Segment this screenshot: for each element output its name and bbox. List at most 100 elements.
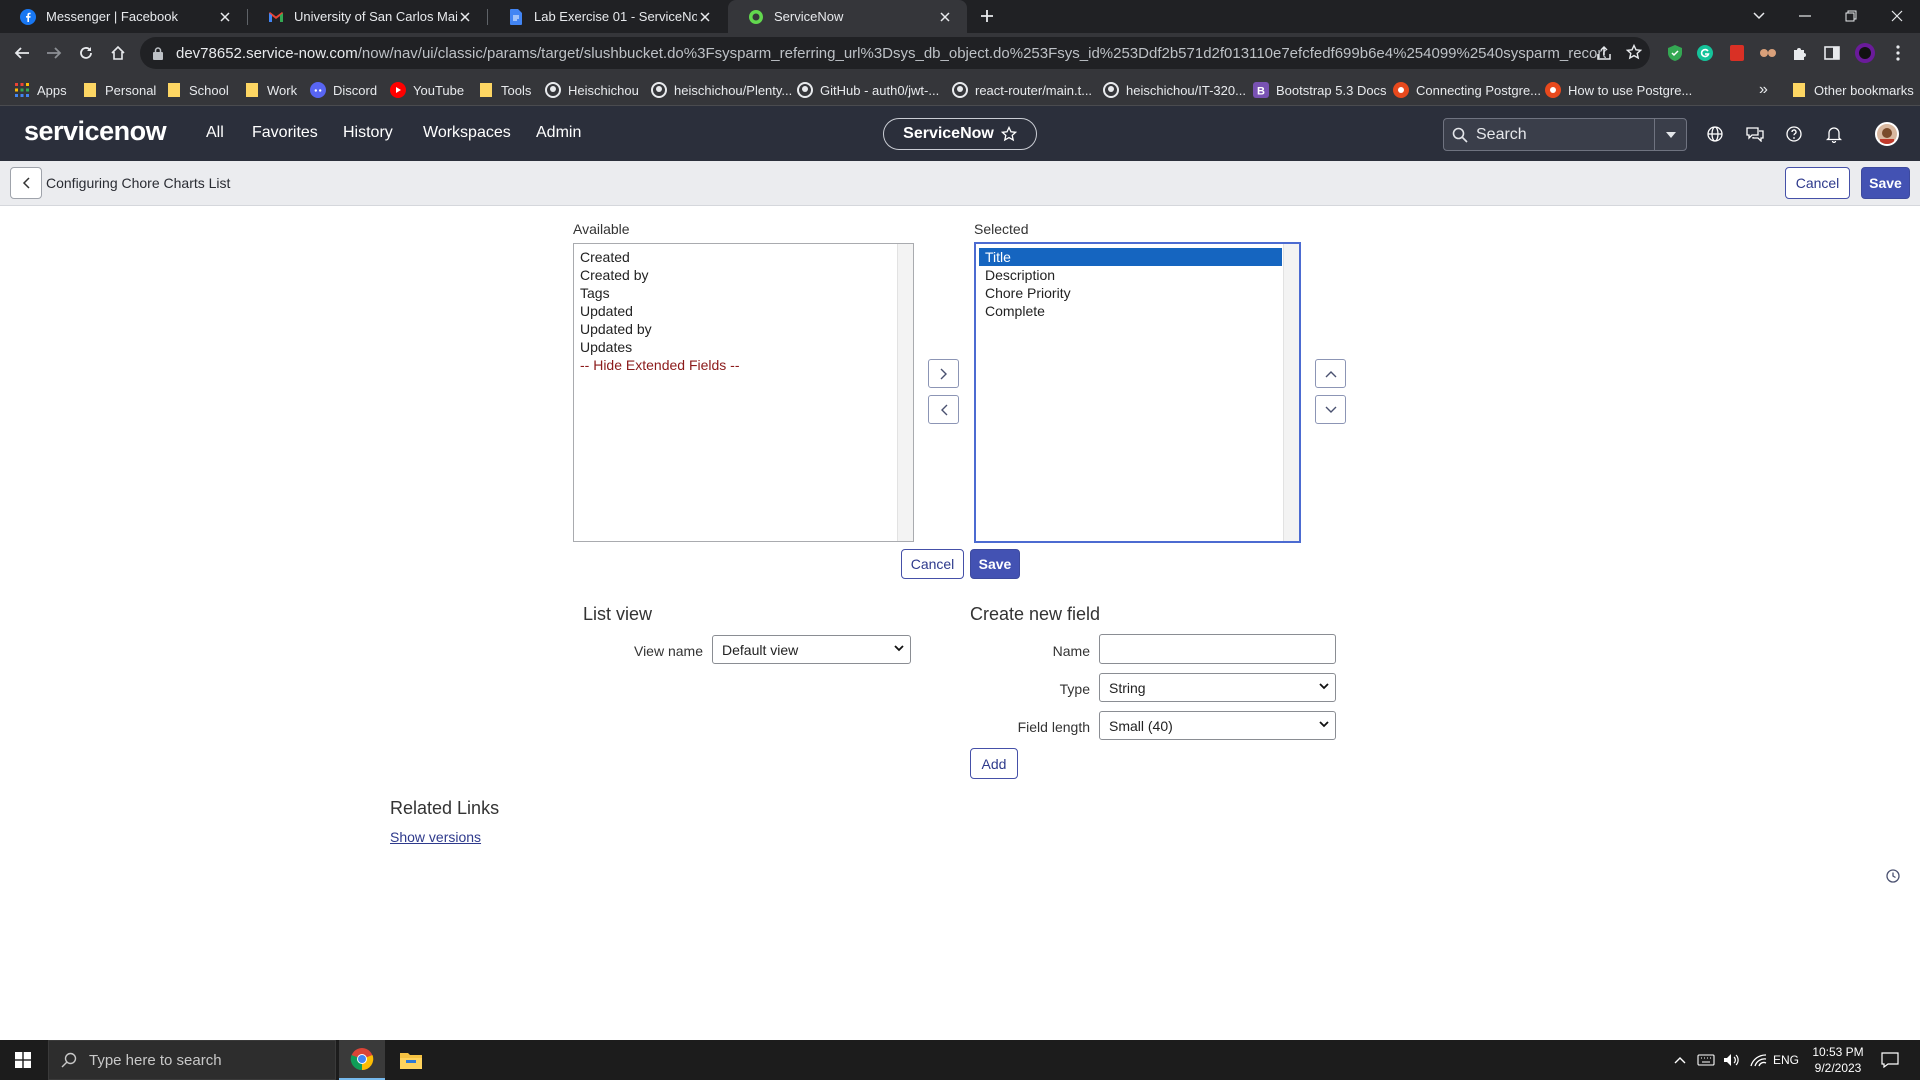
view-name-select[interactable]: Default view xyxy=(712,635,911,664)
clock-history-icon[interactable] xyxy=(1886,869,1900,883)
bookmark-postgres-2[interactable]: How to use Postgre... xyxy=(1545,80,1692,100)
nav-workspaces[interactable]: Workspaces xyxy=(423,124,511,142)
close-icon[interactable] xyxy=(697,9,713,25)
available-fields-list[interactable]: Created Created by Tags Updated Updated … xyxy=(573,243,914,542)
close-window-icon[interactable] xyxy=(1885,4,1909,28)
globe-icon[interactable] xyxy=(1705,124,1725,144)
bookmark-youtube[interactable]: YouTube xyxy=(390,80,464,100)
bookmark-heischichou[interactable]: Heischichou xyxy=(545,80,639,100)
taskbar-file-explorer[interactable] xyxy=(388,1040,434,1080)
list-item[interactable]: Chore Priority xyxy=(979,284,1299,302)
chat-icon[interactable] xyxy=(1745,124,1765,144)
tab-lab-exercise[interactable]: Lab Exercise 01 - ServiceNow Ba xyxy=(488,0,727,33)
address-bar[interactable]: dev78652.service-now.com/now/nav/ui/clas… xyxy=(140,37,1650,69)
adblock-shield-icon[interactable] xyxy=(1663,41,1687,65)
tab-servicenow[interactable]: ServiceNow xyxy=(728,0,967,33)
add-field-button[interactable]: Add xyxy=(970,748,1018,779)
bookmarks-overflow-button[interactable]: » xyxy=(1759,80,1768,100)
add-to-selected-button[interactable] xyxy=(928,359,959,388)
side-panel-icon[interactable] xyxy=(1820,41,1844,65)
forward-arrow-icon[interactable] xyxy=(42,41,66,65)
favorite-star-icon[interactable] xyxy=(1000,126,1017,142)
bookmark-react-router[interactable]: react-router/main.t... xyxy=(952,80,1092,100)
list-item[interactable]: Updated by xyxy=(574,320,913,338)
extension-glasses-icon[interactable] xyxy=(1756,41,1780,65)
list-item[interactable]: Updated xyxy=(574,302,913,320)
search-scope-dropdown[interactable] xyxy=(1654,119,1686,150)
bookmark-plenty[interactable]: heischichou/Plenty... xyxy=(651,80,792,100)
servicenow-logo[interactable]: servicenow xyxy=(24,116,167,147)
bookmark-work[interactable]: Work xyxy=(244,80,297,100)
nav-favorites[interactable]: Favorites xyxy=(252,124,318,142)
help-icon[interactable] xyxy=(1784,124,1804,144)
field-type-select[interactable]: String xyxy=(1099,673,1336,702)
list-item[interactable]: Created xyxy=(574,248,913,266)
bookmark-it320[interactable]: heischichou/IT-320... xyxy=(1103,80,1246,100)
back-arrow-icon[interactable] xyxy=(10,41,34,65)
scrollbar[interactable] xyxy=(897,244,913,541)
scrollbar[interactable] xyxy=(1283,244,1299,541)
volume-icon[interactable] xyxy=(1722,1051,1742,1069)
restore-icon[interactable] xyxy=(1839,4,1863,28)
list-item[interactable]: Updates xyxy=(574,338,913,356)
nav-all[interactable]: All xyxy=(206,124,224,142)
close-icon[interactable] xyxy=(937,9,953,25)
show-versions-link[interactable]: Show versions xyxy=(390,829,481,845)
lock-icon[interactable] xyxy=(140,46,176,60)
slushbucket-cancel-button[interactable]: Cancel xyxy=(901,549,964,579)
bookmark-jwt[interactable]: GitHub - auth0/jwt-... xyxy=(797,80,939,100)
bookmark-other[interactable]: Other bookmarks xyxy=(1791,80,1914,100)
list-item[interactable]: Description xyxy=(979,266,1299,284)
reload-icon[interactable] xyxy=(74,41,98,65)
field-length-select[interactable]: Small (40) xyxy=(1099,711,1336,740)
bookmark-personal[interactable]: Personal xyxy=(82,80,156,100)
keyboard-icon[interactable] xyxy=(1696,1051,1716,1069)
nav-history[interactable]: History xyxy=(343,124,393,142)
bookmark-tools[interactable]: Tools xyxy=(478,80,531,100)
tab-search-chevron-icon[interactable] xyxy=(1747,4,1771,28)
tray-chevron-up-icon[interactable] xyxy=(1672,1051,1688,1069)
share-icon[interactable] xyxy=(1596,45,1612,61)
move-down-button[interactable] xyxy=(1315,395,1346,424)
remove-from-selected-button[interactable] xyxy=(928,395,959,424)
tab-messenger[interactable]: Messenger | Facebook xyxy=(0,0,247,33)
list-item[interactable]: Created by xyxy=(574,266,913,284)
header-cancel-button[interactable]: Cancel xyxy=(1785,167,1850,199)
new-tab-icon[interactable] xyxy=(975,4,999,28)
list-item-selected[interactable]: Title xyxy=(979,248,1282,266)
hide-extended-fields-item[interactable]: -- Hide Extended Fields -- xyxy=(574,356,913,374)
kebab-menu-icon[interactable] xyxy=(1886,41,1910,65)
move-up-button[interactable] xyxy=(1315,359,1346,388)
wifi-icon[interactable] xyxy=(1748,1051,1768,1069)
language-indicator[interactable]: ENG xyxy=(1773,1051,1799,1069)
tab-usc-mail[interactable]: University of San Carlos Mail xyxy=(248,0,487,33)
close-icon[interactable] xyxy=(457,9,473,25)
bookmark-postgres-1[interactable]: Connecting Postgre... xyxy=(1393,80,1541,100)
close-icon[interactable] xyxy=(217,9,233,25)
bookmark-discord[interactable]: Discord xyxy=(310,80,377,100)
avatar[interactable] xyxy=(1875,122,1899,146)
back-button[interactable] xyxy=(10,167,42,199)
global-search[interactable]: Search xyxy=(1443,118,1687,151)
bookmark-apps[interactable]: Apps xyxy=(14,80,67,100)
list-item[interactable]: Tags xyxy=(574,284,913,302)
minimize-icon[interactable] xyxy=(1793,4,1817,28)
extensions-puzzle-icon[interactable] xyxy=(1788,41,1812,65)
nav-admin[interactable]: Admin xyxy=(536,124,581,142)
app-pill[interactable]: ServiceNow xyxy=(883,118,1037,150)
windows-start-button[interactable] xyxy=(0,1040,46,1080)
home-icon[interactable] xyxy=(106,41,130,65)
selected-fields-list[interactable]: Title Description Chore Priority Complet… xyxy=(974,242,1301,543)
header-save-button[interactable]: Save xyxy=(1861,167,1910,199)
notifications-icon[interactable] xyxy=(1880,1051,1900,1069)
grammarly-icon[interactable] xyxy=(1693,41,1717,65)
extension-red-icon[interactable] xyxy=(1725,41,1749,65)
bookmark-star-icon[interactable] xyxy=(1626,44,1642,60)
bookmark-school[interactable]: School xyxy=(166,80,229,100)
field-name-input[interactable] xyxy=(1099,634,1336,664)
taskbar-search[interactable]: Type here to search xyxy=(48,1040,336,1080)
bell-icon[interactable] xyxy=(1824,124,1844,144)
slushbucket-save-button[interactable]: Save xyxy=(970,549,1020,579)
taskbar-clock[interactable]: 10:53 PM 9/2/2023 xyxy=(1800,1044,1876,1076)
search-input[interactable]: Search xyxy=(1476,126,1654,144)
